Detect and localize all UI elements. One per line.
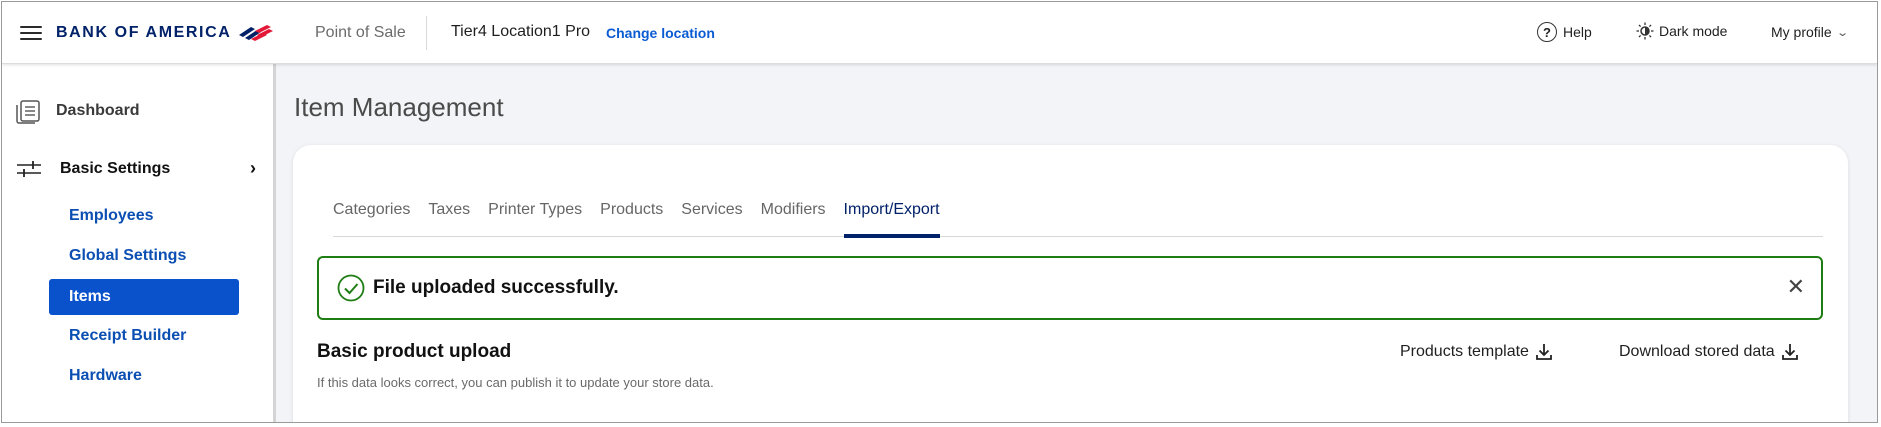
dashboard-icon — [16, 100, 40, 124]
app-window: BANK OF AMERICA Point of Sale Tier4 Loca… — [1, 1, 1878, 423]
app-name: Point of Sale — [315, 24, 406, 41]
sidebar-item-dashboard[interactable]: Dashboard — [14, 98, 140, 124]
tab-services[interactable]: Services — [681, 195, 742, 237]
sidebar-item-receipt-builder[interactable]: Receipt Builder — [49, 318, 239, 354]
my-profile-menu[interactable]: My profile ⌄ — [1771, 24, 1849, 40]
sidebar-item-global-settings[interactable]: Global Settings — [49, 238, 239, 274]
hamburger-menu-icon[interactable] — [20, 26, 42, 42]
content-card: Categories Taxes Printer Types Products … — [293, 145, 1848, 422]
chevron-right-icon: › — [250, 158, 256, 178]
change-location-link[interactable]: Change location — [606, 25, 715, 41]
download-stored-data-link[interactable]: Download stored data — [1619, 343, 1799, 361]
tab-modifiers[interactable]: Modifiers — [761, 195, 826, 237]
page-title: Item Management — [294, 92, 504, 122]
sidebar-item-employees[interactable]: Employees — [49, 198, 239, 234]
close-icon[interactable]: ✕ — [1787, 276, 1805, 298]
current-location: Tier4 Location1 Pro — [451, 23, 591, 40]
help-icon: ? — [1537, 22, 1557, 42]
products-template-label: Products template — [1400, 343, 1529, 360]
header-divider — [426, 16, 427, 50]
help-label: Help — [1563, 24, 1592, 40]
download-icon — [1781, 344, 1798, 360]
tab-categories[interactable]: Categories — [333, 195, 410, 237]
sliders-icon — [17, 161, 41, 177]
flag-logo-icon — [239, 25, 274, 41]
section-title: Basic product upload — [317, 341, 512, 362]
sun-icon — [1636, 22, 1654, 40]
tab-bar: Categories Taxes Printer Types Products … — [333, 195, 1823, 238]
products-template-link[interactable]: Products template — [1400, 343, 1553, 361]
brand-name: BANK OF AMERICA — [56, 24, 232, 41]
top-bar: BANK OF AMERICA Point of Sale Tier4 Loca… — [2, 2, 1877, 64]
chevron-down-icon: ⌄ — [1835, 26, 1849, 39]
download-icon — [1536, 344, 1552, 360]
help-button[interactable]: ? Help — [1537, 22, 1592, 42]
sidebar-item-label: Basic Settings — [60, 160, 171, 177]
alert-message: File uploaded successfully. — [373, 277, 619, 298]
sidebar-item-basic-settings[interactable]: Basic Settings › — [16, 158, 256, 179]
check-circle-icon — [337, 274, 365, 302]
sidebar-item-items[interactable]: Items — [49, 279, 239, 315]
section-subtitle: If this data looks correct, you can publ… — [317, 375, 714, 390]
dark-mode-label: Dark mode — [1659, 23, 1728, 39]
success-alert: File uploaded successfully. ✕ — [317, 256, 1823, 320]
tab-import-export[interactable]: Import/Export — [843, 195, 940, 238]
sidebar-item-hardware[interactable]: Hardware — [49, 358, 239, 394]
tab-products[interactable]: Products — [600, 195, 663, 237]
sidebar-item-label: Dashboard — [56, 102, 140, 119]
dark-mode-toggle[interactable]: Dark mode — [1636, 22, 1727, 40]
profile-label: My profile — [1771, 24, 1832, 40]
tab-taxes[interactable]: Taxes — [428, 195, 470, 237]
download-stored-data-label: Download stored data — [1619, 343, 1775, 360]
tab-printer-types[interactable]: Printer Types — [488, 195, 582, 237]
brand-logo[interactable]: BANK OF AMERICA — [56, 22, 274, 44]
sidebar: Dashboard Basic Settings › Employees Glo… — [2, 64, 276, 422]
